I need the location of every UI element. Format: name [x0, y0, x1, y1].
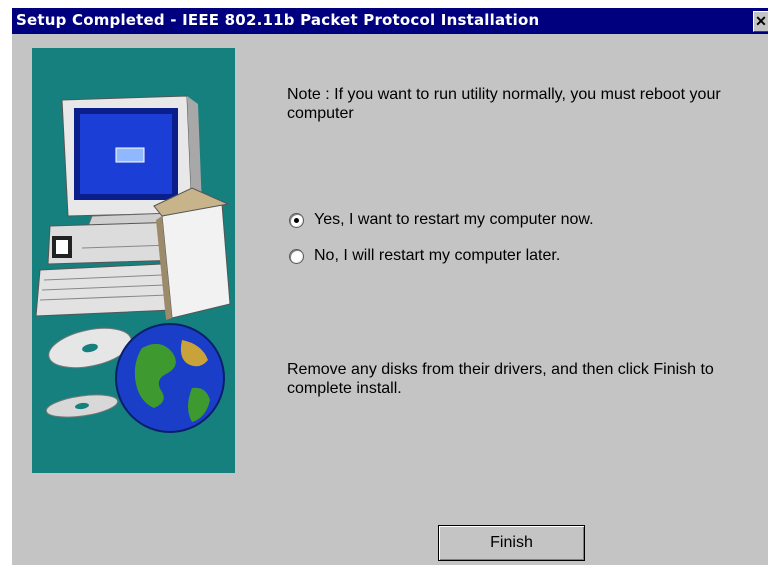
- remove-disks-instructions: Remove any disks from their drivers, and…: [287, 361, 714, 397]
- close-button[interactable]: ✕: [753, 11, 768, 32]
- globe-icon: [115, 323, 225, 433]
- software-box-icon: [153, 187, 231, 320]
- restart-later-option[interactable]: No, I will restart my computer later.: [289, 247, 560, 265]
- restart-now-label: Yes, I want to restart my computer now.: [314, 211, 594, 228]
- computer-globe-illustration: [35, 95, 231, 433]
- title-bar: Setup Completed - IEEE 802.11b Packet Pr…: [12, 8, 768, 34]
- window-title: Setup Completed - IEEE 802.11b Packet Pr…: [16, 11, 540, 29]
- restart-now-option[interactable]: Yes, I want to restart my computer now.: [289, 211, 594, 229]
- setup-illustration-panel: [32, 48, 235, 473]
- setup-dialog: Setup Completed - IEEE 802.11b Packet Pr…: [12, 8, 768, 565]
- reboot-note: Note : If you want to run utility normal…: [287, 86, 721, 122]
- keyboard-icon: [35, 263, 173, 317]
- close-icon: ✕: [755, 13, 767, 29]
- restart-later-label: No, I will restart my computer later.: [314, 247, 561, 264]
- finish-button[interactable]: Finish: [438, 525, 585, 561]
- radio-unselected-icon[interactable]: [289, 248, 304, 264]
- radio-selected-icon[interactable]: [289, 212, 304, 228]
